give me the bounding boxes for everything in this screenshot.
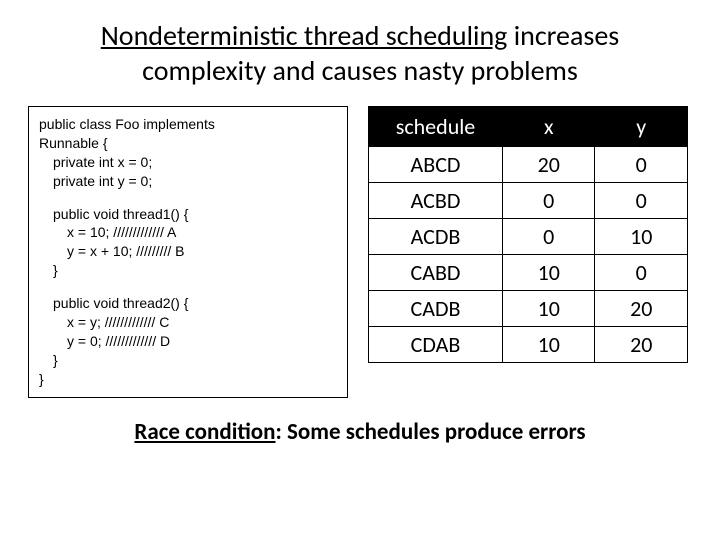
table-header-row: schedule x y	[369, 107, 688, 147]
table-row: ACBD00	[369, 183, 688, 219]
table-cell: CDAB	[369, 327, 503, 363]
table-cell: 10	[502, 291, 595, 327]
table-row: CABD100	[369, 255, 688, 291]
code-line: }	[39, 371, 44, 387]
table-body: ABCD200ACBD00ACDB010CABD100CADB1020CDAB1…	[369, 147, 688, 363]
schedule-table-wrap: schedule x y ABCD200ACBD00ACDB010CABD100…	[368, 106, 692, 363]
code-line: private int x = 0;	[39, 153, 337, 172]
footer-underlined: Race condition	[134, 418, 275, 446]
footer-text: Race condition: Some schedules produce e…	[28, 418, 692, 446]
table-cell: 0	[595, 255, 688, 291]
content-row: public class Foo implements Runnable { p…	[28, 106, 692, 398]
schedule-table: schedule x y ABCD200ACBD00ACDB010CABD100…	[368, 106, 688, 363]
table-cell: 0	[502, 219, 595, 255]
table-cell: 10	[595, 219, 688, 255]
table-cell: 10	[502, 255, 595, 291]
table-header: schedule	[369, 107, 503, 147]
table-cell: ACDB	[369, 219, 503, 255]
table-row: CADB1020	[369, 291, 688, 327]
code-line: y = x + 10; ///////// B	[39, 242, 337, 261]
table-cell: 0	[595, 183, 688, 219]
table-row: CDAB1020	[369, 327, 688, 363]
table-cell: ACBD	[369, 183, 503, 219]
code-line: x = 10; ///////////// A	[39, 223, 337, 242]
code-box: public class Foo implements Runnable { p…	[28, 106, 348, 398]
code-line: private int y = 0;	[39, 172, 337, 191]
title-underlined: Nondeterministic thread scheduling	[101, 18, 508, 53]
table-cell: 10	[502, 327, 595, 363]
code-line: }	[39, 351, 337, 370]
table-cell: ABCD	[369, 147, 503, 183]
table-cell: 20	[595, 327, 688, 363]
table-cell: 20	[502, 147, 595, 183]
code-line: public void thread1() {	[39, 205, 337, 224]
table-header: x	[502, 107, 595, 147]
title-rest1: increases	[507, 18, 619, 53]
table-cell: 20	[595, 291, 688, 327]
code-line: x = y; ///////////// C	[39, 313, 337, 332]
title-line2: complexity and causes nasty problems	[142, 53, 578, 88]
table-cell: 0	[595, 147, 688, 183]
code-line: }	[39, 261, 337, 280]
table-row: ABCD200	[369, 147, 688, 183]
footer-rest: : Some schedules produce errors	[276, 418, 586, 446]
code-line: public void thread2() {	[39, 294, 337, 313]
table-header: y	[595, 107, 688, 147]
table-cell: CABD	[369, 255, 503, 291]
code-line: y = 0; ///////////// D	[39, 332, 337, 351]
table-row: ACDB010	[369, 219, 688, 255]
table-cell: 0	[502, 183, 595, 219]
slide-title: Nondeterministic thread scheduling incre…	[28, 18, 692, 88]
code-line: Runnable {	[39, 135, 108, 151]
table-cell: CADB	[369, 291, 503, 327]
code-line: public class Foo implements	[39, 116, 215, 132]
